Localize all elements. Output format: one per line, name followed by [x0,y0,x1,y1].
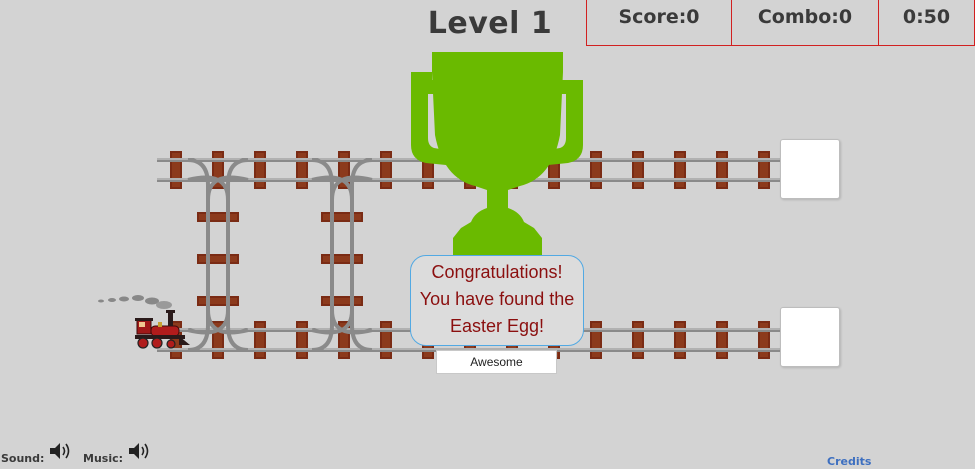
music-label: Music: [83,452,124,465]
level-title: Level 1 [427,6,553,41]
dialog-message-line-3: Easter Egg! [449,316,545,336]
easter-egg-dialog: Congratulations! You have found the East… [410,255,584,346]
dialog-message-line-1: Congratulations! [431,262,563,282]
track-sleeper [199,298,237,304]
track-sleeper [199,256,237,262]
station-slot-top[interactable] [780,139,840,199]
score-display: Score:0 [586,0,732,46]
track-sleeper [323,298,361,304]
track-sleeper [323,256,361,262]
timer-display: 0:50 [878,0,975,46]
track-sleeper [323,214,361,220]
track-sleeper [199,214,237,220]
sound-speaker-icon[interactable] [48,441,72,461]
combo-display: Combo:0 [731,0,879,46]
smoke-puffs [98,295,172,309]
awesome-button[interactable]: Awesome [436,350,557,374]
station-slot-bottom[interactable] [780,307,840,367]
dialog-message-line-2: You have found the [419,289,575,309]
music-speaker-icon[interactable] [127,441,151,461]
game-board [98,52,780,359]
credits-link[interactable]: Credits [827,455,871,468]
trophy-icon [411,52,583,255]
sound-label: Sound: [1,452,45,465]
